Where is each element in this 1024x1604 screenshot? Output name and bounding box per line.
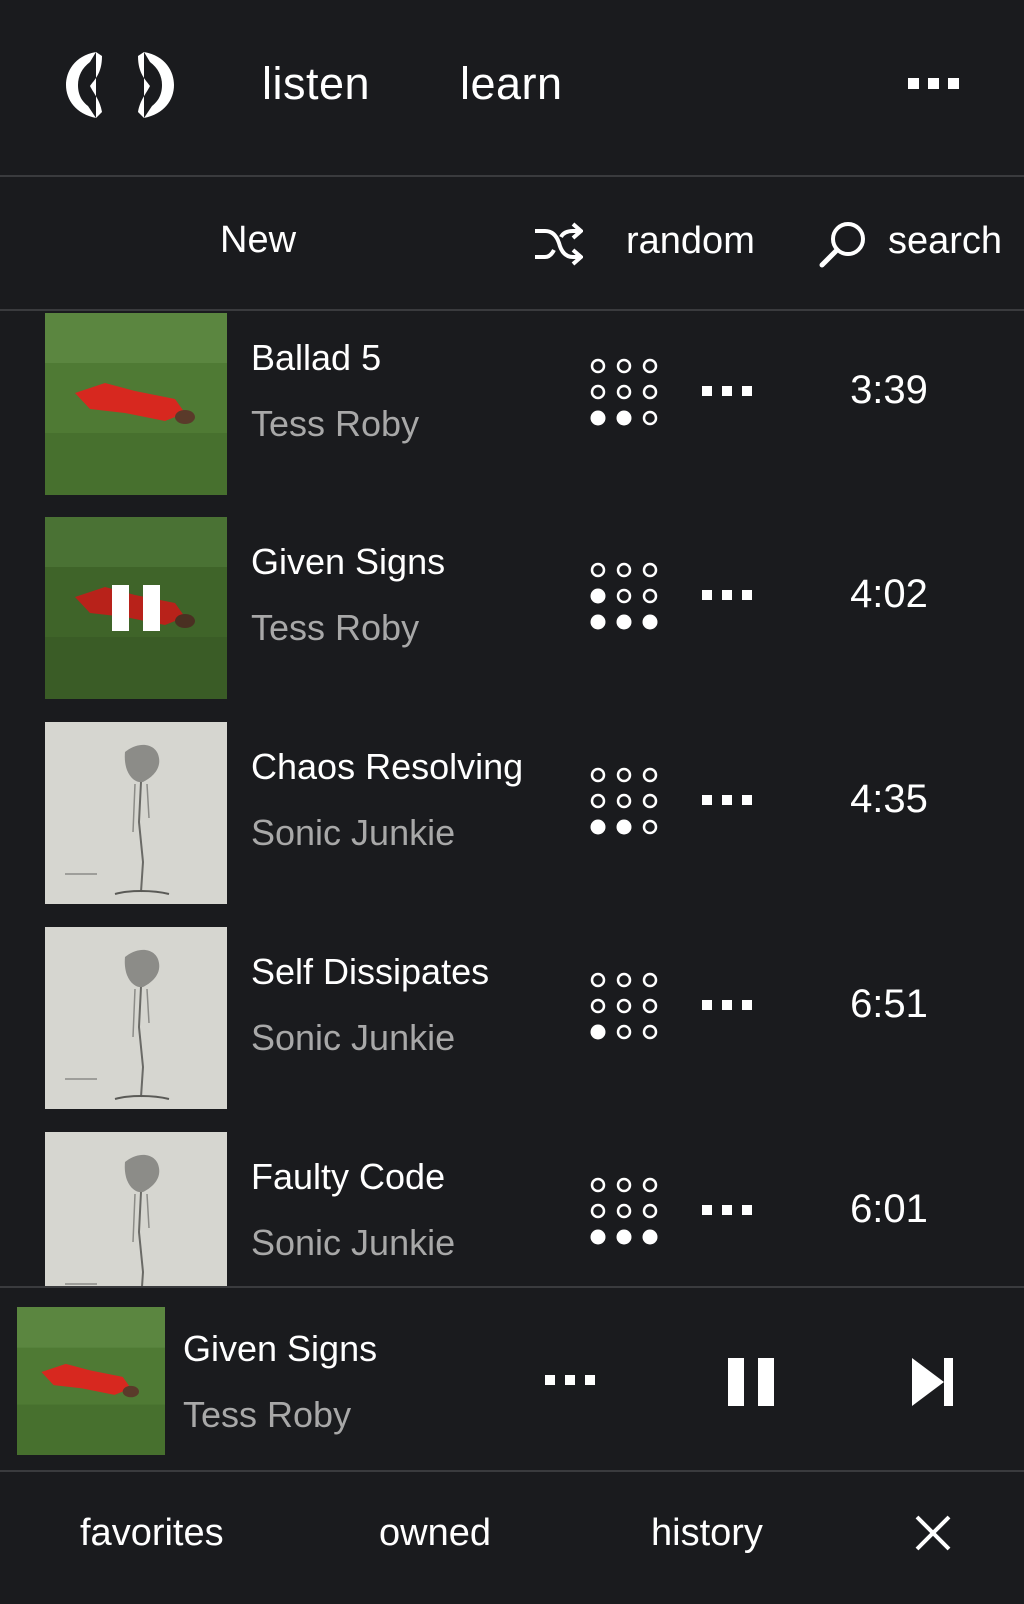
grey-sketch-cover-image bbox=[45, 722, 227, 904]
track-artist[interactable]: Sonic Junkie bbox=[251, 1222, 455, 1264]
now-playing-title: Given Signs bbox=[183, 1328, 378, 1369]
track-row[interactable]: Ballad 5 Tess Roby 3:39 bbox=[0, 311, 1024, 495]
track-row-playing[interactable]: Given Signs Tess Roby 4:02 bbox=[0, 515, 1024, 699]
track-row[interactable]: Self Dissipates Sonic Junkie 6:51 bbox=[0, 925, 1024, 1109]
tab-owned[interactable]: owned bbox=[379, 1512, 491, 1555]
now-playing-bar: Given Signs Tess Roby bbox=[0, 1286, 1024, 1472]
more-dots-icon[interactable] bbox=[702, 998, 754, 1014]
more-dots-icon[interactable] bbox=[702, 1203, 754, 1219]
album-cover[interactable] bbox=[45, 313, 227, 495]
more-dots-icon[interactable] bbox=[906, 70, 962, 100]
filter-random[interactable]: random bbox=[626, 220, 755, 263]
rating-grid-icon[interactable] bbox=[588, 356, 660, 428]
album-cover[interactable] bbox=[45, 1132, 227, 1286]
track-title: Self Dissipates bbox=[251, 951, 490, 992]
rating-grid-icon[interactable] bbox=[588, 1175, 660, 1247]
more-dots-icon[interactable] bbox=[702, 384, 754, 400]
track-title: Chaos Resolving bbox=[251, 746, 524, 787]
search-icon[interactable] bbox=[818, 219, 868, 269]
pause-icon[interactable] bbox=[112, 585, 160, 631]
top-nav-bar: listen learn bbox=[0, 0, 1024, 177]
shuffle-icon[interactable] bbox=[533, 221, 583, 267]
album-cover[interactable] bbox=[45, 722, 227, 904]
track-artist[interactable]: Sonic Junkie bbox=[251, 812, 455, 854]
filter-search[interactable]: search bbox=[888, 220, 1002, 263]
more-dots-icon[interactable] bbox=[702, 588, 754, 604]
rating-grid-icon[interactable] bbox=[588, 970, 660, 1042]
now-playing-cover[interactable] bbox=[17, 1307, 165, 1455]
grey-sketch-cover-image bbox=[45, 1132, 227, 1286]
tab-history[interactable]: history bbox=[651, 1512, 763, 1555]
filter-new[interactable]: New bbox=[220, 219, 296, 262]
track-duration: 4:35 bbox=[850, 777, 928, 821]
track-duration: 6:01 bbox=[850, 1187, 928, 1231]
green-field-cover-image bbox=[17, 1307, 165, 1455]
rating-grid-icon[interactable] bbox=[588, 560, 660, 632]
more-dots-icon[interactable] bbox=[545, 1373, 595, 1389]
track-artist[interactable]: Sonic Junkie bbox=[251, 1017, 455, 1059]
skip-next-icon[interactable] bbox=[912, 1358, 954, 1406]
now-playing-artist[interactable]: Tess Roby bbox=[183, 1394, 351, 1436]
album-cover[interactable] bbox=[45, 517, 227, 699]
track-row[interactable]: Chaos Resolving Sonic Junkie 4:35 bbox=[0, 720, 1024, 904]
filter-bar: New random search bbox=[0, 177, 1024, 311]
track-list: Ballad 5 Tess Roby 3:39 Given Signs Tess… bbox=[0, 311, 1024, 1286]
green-field-cover-image bbox=[45, 313, 227, 495]
pause-icon[interactable] bbox=[728, 1358, 774, 1406]
nav-learn[interactable]: learn bbox=[460, 58, 563, 110]
nav-listen[interactable]: listen bbox=[262, 58, 370, 110]
track-duration: 4:02 bbox=[850, 572, 928, 616]
track-title: Faulty Code bbox=[251, 1156, 446, 1197]
track-title: Given Signs bbox=[251, 541, 446, 582]
track-duration: 6:51 bbox=[850, 982, 928, 1026]
grey-sketch-cover-image bbox=[45, 927, 227, 1109]
bracket-logo-icon[interactable] bbox=[66, 50, 174, 120]
tab-favorites[interactable]: favorites bbox=[80, 1512, 224, 1555]
track-row[interactable]: Faulty Code Sonic Junkie 6:01 bbox=[0, 1130, 1024, 1286]
bottom-tab-bar: favorites owned history bbox=[0, 1472, 1024, 1604]
music-app: listen learn New random search Ballad 5 … bbox=[0, 0, 1024, 1604]
more-dots-icon[interactable] bbox=[702, 793, 754, 809]
album-cover[interactable] bbox=[45, 927, 227, 1109]
track-artist[interactable]: Tess Roby bbox=[251, 607, 419, 649]
close-icon[interactable] bbox=[914, 1514, 952, 1552]
track-artist[interactable]: Tess Roby bbox=[251, 403, 419, 445]
track-duration: 3:39 bbox=[850, 368, 928, 412]
rating-grid-icon[interactable] bbox=[588, 765, 660, 837]
track-title: Ballad 5 bbox=[251, 337, 382, 378]
